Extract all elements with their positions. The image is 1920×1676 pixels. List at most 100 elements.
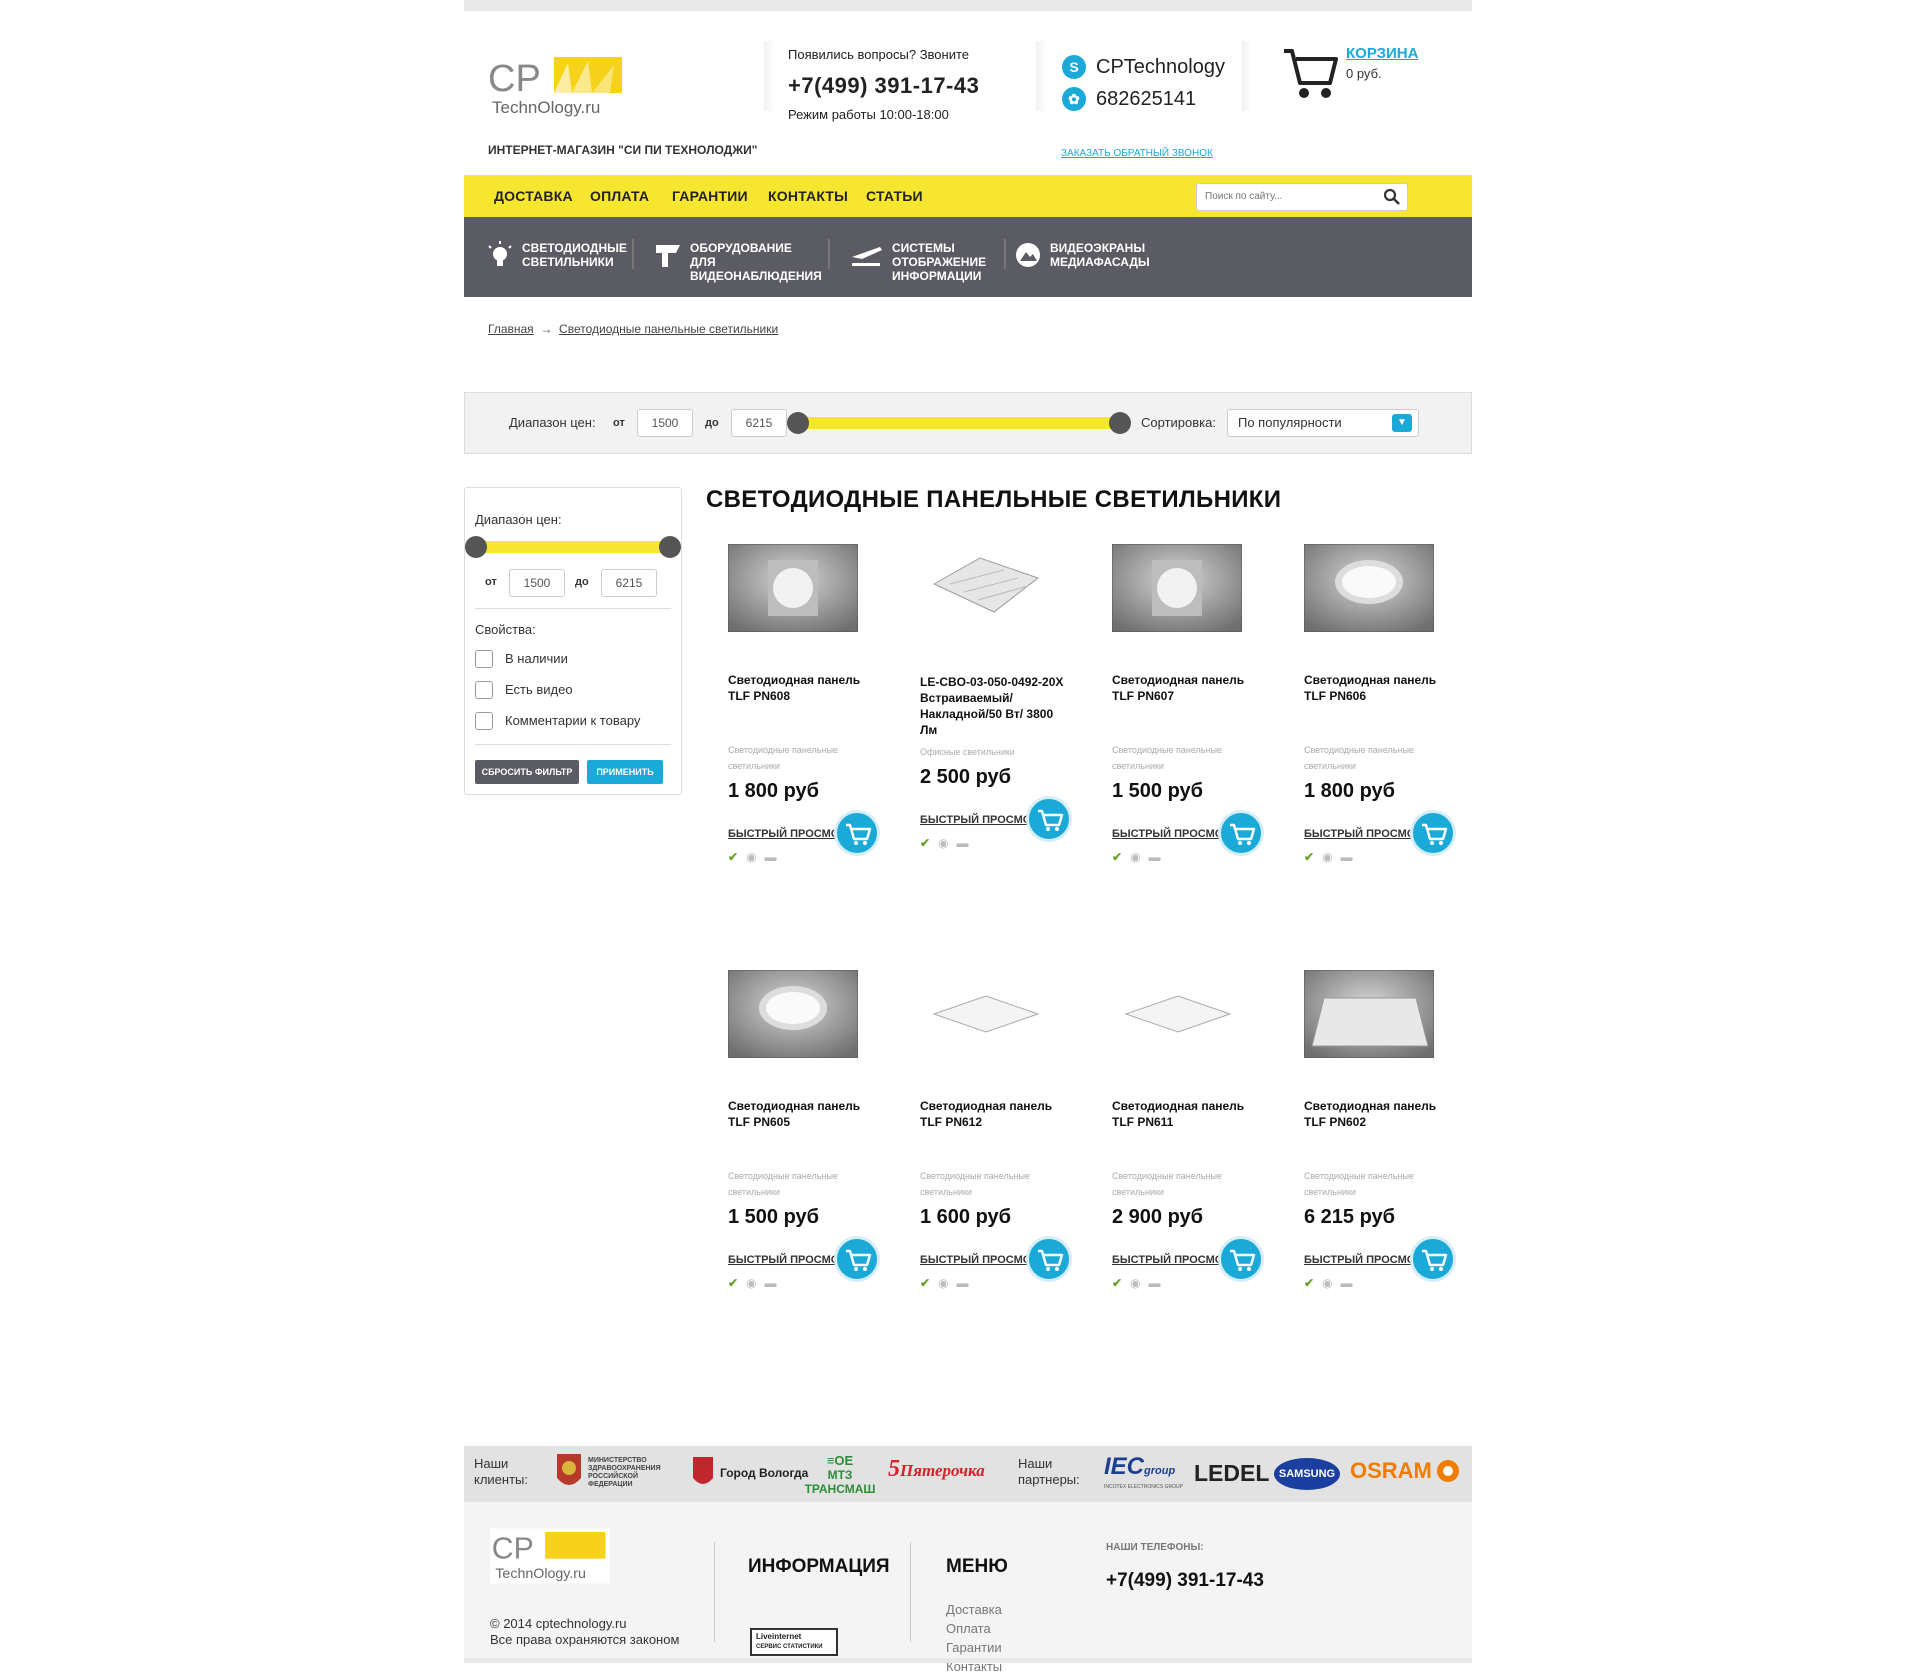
- footer-menu-delivery[interactable]: Доставка: [946, 1600, 1002, 1619]
- product-name[interactable]: Светодиодная панель TLF PN607: [1112, 672, 1262, 704]
- sidebar-to-input[interactable]: 6215: [601, 569, 657, 597]
- video-eye-icon: ◉: [938, 836, 949, 850]
- product-name[interactable]: Светодиодная панель TLF PN602: [1304, 1098, 1454, 1130]
- sidebar-slider-track[interactable]: [475, 541, 671, 553]
- product-card[interactable]: LE-CBO-03-050-0492-20X Встраиваемый/Накл…: [920, 544, 1090, 884]
- product-card[interactable]: Светодиодная панель TLF PN608 Светодиодны…: [728, 544, 898, 884]
- nav-guarantee[interactable]: ГАРАНТИИ: [672, 188, 748, 204]
- search-input[interactable]: [1197, 184, 1383, 208]
- product-card[interactable]: Светодиодная панель TLF PN607 Светодиодны…: [1112, 544, 1282, 884]
- checkbox-has-video[interactable]: [475, 681, 493, 699]
- client-logo-vologda[interactable]: Город Вологда: [692, 1456, 808, 1490]
- product-name[interactable]: Светодиодная панель TLF PN606: [1304, 672, 1454, 704]
- sort-label: Сортировка:: [1141, 415, 1216, 430]
- checkbox-in-stock[interactable]: [475, 650, 493, 668]
- five-mark: 5: [888, 1456, 900, 1482]
- nav-delivery[interactable]: ДОСТАВКА: [494, 188, 573, 204]
- callback-link[interactable]: ЗАКАЗАТЬ ОБРАТНЫЙ ЗВОНОК: [1061, 148, 1213, 159]
- product-name[interactable]: Светодиодная панель TLF PN608: [728, 672, 878, 704]
- bulb-icon: [488, 241, 512, 266]
- sidebar-slider-min[interactable]: [465, 536, 487, 558]
- product-name[interactable]: LE-CBO-03-050-0492-20X Встраиваемый/Накл…: [920, 674, 1070, 738]
- cart-icon[interactable]: [1282, 47, 1338, 101]
- client-logo-pyaterochka[interactable]: 5Пятерочка: [888, 1456, 985, 1483]
- chevron-down-icon[interactable]: ▼: [1392, 414, 1412, 432]
- product-category: Светодиодные панельные светильники: [920, 1171, 1030, 1197]
- nav-articles[interactable]: СТАТЬИ: [866, 188, 923, 204]
- product-image[interactable]: [728, 544, 858, 632]
- product-image[interactable]: [1304, 970, 1434, 1058]
- sidebar-slider-max[interactable]: [659, 536, 681, 558]
- product-name[interactable]: Светодиодная панель TLF PN605: [728, 1098, 878, 1130]
- category-led-lights[interactable]: СВЕТОДИОДНЫЕ СВЕТИЛЬНИКИ: [486, 241, 627, 271]
- sidebar-price-label: Диапазон цен:: [475, 512, 562, 527]
- video-eye-icon: ◉: [1322, 850, 1333, 864]
- add-to-cart-button[interactable]: [1218, 1236, 1264, 1282]
- product-card[interactable]: Светодиодная панель TLF PN612 Светодиодны…: [920, 970, 1090, 1310]
- add-to-cart-button[interactable]: [1026, 796, 1072, 842]
- footer-menu-guarantee[interactable]: Гарантии: [946, 1638, 1002, 1657]
- add-to-cart-button[interactable]: [834, 810, 880, 856]
- apply-filter-button[interactable]: ПРИМЕНИТЬ: [587, 760, 663, 784]
- footer-menu-payment[interactable]: Оплата: [946, 1619, 1002, 1638]
- header-phone[interactable]: +7(499) 391-17-43: [788, 73, 979, 99]
- product-card[interactable]: Светодиодная панель TLF PN611 Светодиодны…: [1112, 970, 1282, 1310]
- price-from-input[interactable]: 1500: [637, 409, 693, 437]
- partner-logo-samsung[interactable]: SAMSUNG: [1274, 1458, 1340, 1490]
- product-status-icons: ✔ ◉ ▬: [1112, 1276, 1161, 1290]
- reset-filter-button[interactable]: СБРОСИТЬ ФИЛЬТР: [475, 760, 579, 784]
- category-cctv[interactable]: ОБОРУДОВАНИЕ ДЛЯ ВИДЕОНАБЛЮДЕНИЯ: [654, 241, 822, 283]
- sidebar-from-input[interactable]: 1500: [509, 569, 565, 597]
- checkbox-label: Комментарии к товару: [505, 713, 641, 728]
- cart-link[interactable]: КОРЗИНА: [1346, 45, 1418, 62]
- product-card[interactable]: Светодиодная панель TLF PN602 Светодиодны…: [1304, 970, 1474, 1310]
- site-logo[interactable]: CP TechnOlogy.ru: [488, 55, 623, 117]
- add-to-cart-button[interactable]: [1026, 1236, 1072, 1282]
- product-card[interactable]: Светодиодная панель TLF PN606 Светодиодны…: [1304, 544, 1474, 884]
- footer-phone[interactable]: +7(499) 391-17-43: [1106, 1570, 1264, 1592]
- add-to-cart-button[interactable]: [834, 1236, 880, 1282]
- client-logo-mtz[interactable]: ≡OE МТЗ ТРАНСМАШ: [800, 1454, 880, 1497]
- price-slider-track[interactable]: [799, 417, 1119, 429]
- product-name[interactable]: Светодиодная панель TLF PN611: [1112, 1098, 1262, 1130]
- product-name[interactable]: Светодиодная панель TLF PN612: [920, 1098, 1070, 1130]
- price-to-input[interactable]: 6215: [731, 409, 787, 437]
- client-logo-minzdrav[interactable]: МИНИСТЕРСТВО ЗДРАВООХРАНЕНИЯ РОССИЙСКОЙ …: [554, 1452, 672, 1494]
- breadcrumb-home[interactable]: Главная: [488, 322, 534, 336]
- partner-logo-incotex[interactable]: IECgroup INCOTEX ELECTRONICS GROUP: [1104, 1454, 1188, 1491]
- slider-handle-min[interactable]: [787, 412, 809, 434]
- in-stock-check-icon: ✔: [1112, 1276, 1123, 1290]
- add-to-cart-button[interactable]: [1410, 1236, 1456, 1282]
- footer-logo[interactable]: CP TechnOlogy.ru: [490, 1528, 610, 1584]
- product-card[interactable]: Светодиодная панель TLF PN605 Светодиодны…: [728, 970, 898, 1310]
- product-image[interactable]: [920, 544, 1050, 632]
- checkbox-comments[interactable]: [475, 712, 493, 730]
- sort-select[interactable]: По популярности ▼: [1227, 409, 1419, 437]
- partner-logo-ledel[interactable]: LEDEL: [1194, 1460, 1269, 1487]
- category-info-display[interactable]: СИСТЕМЫ ОТОБРАЖЕНИЕ ИНФОРМАЦИИ: [850, 241, 986, 283]
- icq-icon: ✿: [1062, 87, 1086, 111]
- top-strip: [464, 0, 1472, 11]
- product-image[interactable]: [920, 970, 1050, 1058]
- category-video-screens[interactable]: ВИДЕОЭКРАНЫ МЕДИАФАСАДЫ: [1014, 241, 1150, 271]
- product-image[interactable]: [1304, 544, 1434, 632]
- partner-logo-osram[interactable]: OSRAM: [1350, 1458, 1460, 1484]
- nav-contacts[interactable]: КОНТАКТЫ: [768, 188, 848, 204]
- nav-payment[interactable]: ОПЛАТА: [590, 188, 649, 204]
- slider-handle-max[interactable]: [1109, 412, 1131, 434]
- add-to-cart-button[interactable]: [1410, 810, 1456, 856]
- product-image[interactable]: [1112, 970, 1242, 1058]
- clients-label-line: клиенты:: [474, 1472, 528, 1487]
- icq-row[interactable]: ✿ 682625141: [1062, 83, 1225, 115]
- checkbox-label: В наличии: [505, 651, 568, 666]
- liveinternet-counter[interactable]: Liveinternet СЕРВИС СТАТИСТИКИ: [750, 1628, 838, 1656]
- add-to-cart-button[interactable]: [1218, 810, 1264, 856]
- client-logo-text: Пятерочка: [900, 1461, 985, 1480]
- search-icon[interactable]: [1383, 188, 1401, 206]
- comment-icon: ▬: [764, 850, 777, 864]
- skype-row[interactable]: S CPTechnology: [1062, 51, 1225, 83]
- icq-number: 682625141: [1096, 87, 1197, 110]
- product-image[interactable]: [728, 970, 858, 1058]
- product-image[interactable]: [1112, 544, 1242, 632]
- breadcrumb-current[interactable]: Светодиодные панельные светильники: [559, 322, 778, 336]
